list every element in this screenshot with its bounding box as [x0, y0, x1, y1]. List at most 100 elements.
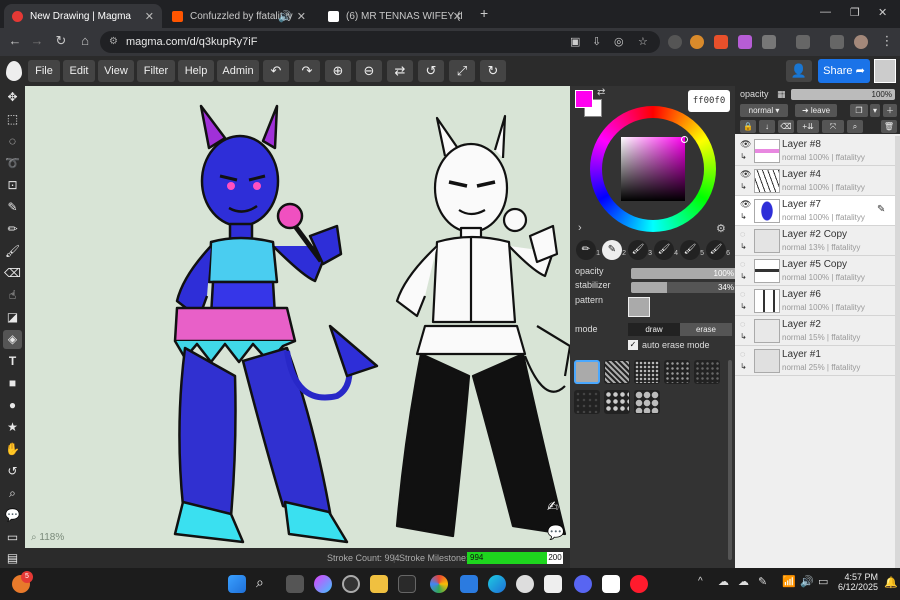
flip-icon[interactable]: ⇄ — [387, 60, 413, 82]
brush-slot-1[interactable]: ✏ 1 — [576, 240, 600, 260]
eraser-icon[interactable]: ⌫ — [3, 264, 22, 283]
layers-scrollbar[interactable] — [895, 136, 900, 568]
auto-erase-checkbox[interactable]: ✓ — [628, 340, 638, 350]
leave-button[interactable]: ➜ leave — [795, 104, 837, 117]
battery-icon[interactable]: ▭ — [818, 575, 828, 588]
cloud-icon[interactable]: ☁ — [738, 575, 749, 588]
hide-icon[interactable]: ◎ — [614, 31, 624, 53]
layer-item[interactable]: ◌ ↳ Layer #2 Copy normal 13% | ffatality… — [735, 226, 895, 256]
stabilizer-slider[interactable]: 34% — [631, 282, 737, 293]
pattern-dots-4[interactable] — [574, 390, 600, 414]
pattern-dots-2[interactable] — [664, 360, 690, 384]
undo-icon[interactable]: ↶ — [263, 60, 289, 82]
menu-filter[interactable]: Filter — [137, 60, 175, 82]
pattern-swatch[interactable] — [628, 297, 650, 317]
chrome-icon[interactable] — [430, 575, 448, 593]
tab-search-icon[interactable]: ▣ — [570, 31, 580, 53]
edit-layer-icon[interactable]: ✎ — [877, 204, 885, 215]
saturation-square[interactable] — [621, 137, 685, 201]
task-view-icon[interactable] — [286, 575, 304, 593]
clip-icon[interactable]: ↳ — [740, 302, 747, 311]
discord-icon[interactable] — [574, 575, 592, 593]
pattern-dots-3[interactable] — [694, 360, 720, 384]
gear-icon[interactable]: ⚙ — [716, 222, 726, 235]
hand-icon[interactable]: ✋ — [3, 440, 22, 459]
pattern-solid[interactable] — [574, 360, 600, 384]
windows-start-icon[interactable] — [228, 575, 246, 593]
extension-icon[interactable] — [738, 35, 752, 49]
url-bar[interactable]: ⚙ magma.com/d/q3kupRy7iF ▣ ⇩ ◎ ☆ — [100, 31, 660, 53]
chat-icon[interactable]: 💬 — [547, 524, 564, 541]
clip-icon[interactable]: ↳ — [740, 182, 747, 191]
pattern-hatch[interactable] — [604, 360, 630, 384]
mode-draw-button[interactable]: draw — [628, 323, 680, 336]
eye-icon[interactable]: 👁 — [740, 139, 751, 150]
chevron-right-icon[interactable]: › — [578, 222, 582, 234]
layer-item[interactable]: 👁 ↳ Layer #4 normal 100% | ffatalityy — [735, 166, 895, 196]
tab-mr-tennas[interactable]: (6) MR TENNAS WIFEY (ffatality ✕ — [320, 4, 470, 28]
rotate-left-icon[interactable]: ↺ — [418, 60, 444, 82]
eye-icon[interactable]: 👁 — [740, 199, 751, 210]
close-icon[interactable]: ✕ — [145, 10, 154, 23]
menu-file[interactable]: File — [28, 60, 60, 82]
checkerboard-icon[interactable]: ▦ — [777, 89, 786, 100]
layer-opacity-slider[interactable]: 100% — [791, 89, 895, 100]
circle-select-icon[interactable]: ◌ — [3, 132, 22, 151]
rotate-right-icon[interactable]: ↻ — [480, 60, 506, 82]
obs-icon[interactable] — [342, 575, 360, 593]
hue-wheel[interactable] — [590, 106, 716, 232]
layer-item[interactable]: ◌ ↳ Layer #2 normal 15% | ffatalityy — [735, 316, 895, 346]
zoom-icon[interactable]: ⌕ — [3, 484, 22, 503]
color-picker-handle[interactable] — [681, 136, 688, 143]
crop-icon[interactable]: ⊡ — [3, 176, 22, 195]
duplicate-layer-icon[interactable]: ❐ — [850, 104, 868, 117]
clip-icon[interactable]: ↳ — [740, 212, 747, 221]
home-icon[interactable]: ⌂ — [76, 33, 94, 48]
eye-hidden-icon[interactable]: ◌ — [740, 259, 745, 269]
blend-mode-select[interactable]: normal ▾ — [740, 104, 788, 117]
transform-icon[interactable]: ⤧ — [822, 120, 844, 133]
extension-icon[interactable] — [690, 35, 704, 49]
brush-slot-3[interactable]: 🖌 3 — [628, 240, 652, 260]
eyedropper-icon[interactable]: ✎ — [3, 198, 22, 217]
fill-tool-icon[interactable]: ◈ — [3, 330, 22, 349]
star-shape-icon[interactable]: ★ — [3, 418, 22, 437]
add-user-icon[interactable]: 👤 — [786, 60, 812, 82]
pattern-dots-1[interactable] — [634, 360, 660, 384]
tab-confuzzled[interactable]: Confuzzled by ffatalityy 🔊 ✕ — [164, 4, 314, 28]
pattern-circles[interactable] — [634, 390, 660, 414]
layer-item-selected[interactable]: 👁 ↳ Layer #7 normal 100% | ffatalityy ✎ — [735, 196, 895, 226]
chevron-up-icon[interactable]: ^ — [698, 576, 703, 587]
menu-admin[interactable]: Admin — [217, 60, 259, 82]
media-controls-icon[interactable] — [830, 35, 844, 49]
extension-icon[interactable] — [714, 35, 728, 49]
magma-logo-icon[interactable] — [6, 61, 22, 81]
selection-tool-icon[interactable]: ⬚ — [3, 110, 22, 129]
hex-color-field[interactable]: ff00f0 — [688, 90, 730, 112]
new-tab-icon[interactable]: + — [480, 5, 488, 21]
lasso-icon[interactable]: ➰ — [3, 154, 22, 173]
swap-colors-icon[interactable]: ⇄ — [597, 87, 605, 98]
text-tool-icon[interactable]: T — [3, 352, 22, 371]
reading-list-icon[interactable] — [796, 35, 810, 49]
menu-view[interactable]: View — [98, 60, 134, 82]
notification-bell-icon[interactable]: 🔔 — [884, 576, 898, 589]
brush-slot-4[interactable]: 🖌 4 — [654, 240, 678, 260]
pen-tray-icon[interactable]: ✎ — [758, 575, 767, 588]
eye-hidden-icon[interactable]: ◌ — [740, 289, 745, 299]
restore-icon[interactable]: ❐ — [850, 6, 860, 19]
file-explorer-icon[interactable] — [370, 575, 388, 593]
reload-icon[interactable]: ↻ — [52, 33, 70, 49]
user-avatar[interactable] — [874, 59, 896, 83]
close-icon[interactable]: ✕ — [297, 10, 306, 23]
redo-icon[interactable]: ↷ — [294, 60, 320, 82]
lock-icon[interactable]: 🔒 — [740, 120, 756, 133]
extensions-puzzle-icon[interactable] — [762, 35, 776, 49]
clip-icon[interactable]: ↳ — [740, 332, 747, 341]
clip-icon[interactable]: ↳ — [740, 242, 747, 251]
close-icon[interactable]: ✕ — [453, 10, 462, 23]
comment-icon[interactable]: 💬 — [3, 506, 22, 525]
tray-icon[interactable]: ☁ — [718, 575, 729, 588]
ibis-paint-icon[interactable] — [602, 575, 620, 593]
speaker-icon[interactable]: 🔊 — [278, 10, 292, 23]
